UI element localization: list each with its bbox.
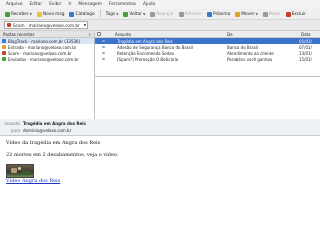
menu-editar[interactable]: Editar: [29, 2, 42, 7]
message-body: Vídeo da tragédia em Angra dos Reis 22 m…: [0, 136, 320, 240]
menu-ajuda[interactable]: Ajuda: [143, 2, 155, 7]
mailbox-icon: [7, 23, 11, 27]
up-arrow-icon: [178, 11, 184, 17]
sent-icon: [2, 57, 6, 61]
folder-pane: Pastas recentes x BlogTrack - mariano.co…: [0, 31, 95, 119]
menu-bar: Arquivo Editar Exibir Ir Mensagem Ferram…: [0, 0, 320, 9]
main-toolbar: Receber ▼ Nova msg Catálogo Tags ▼ Volta…: [0, 9, 320, 20]
inbox-icon: [2, 45, 6, 49]
column-from[interactable]: De: [227, 32, 233, 37]
chevron-down-icon: ▼: [83, 23, 86, 27]
receive-label: Receber: [11, 11, 29, 17]
previous-button[interactable]: Anterior: [178, 10, 203, 19]
read-dot-icon: [102, 57, 105, 61]
row-from: Parabéns você ganhou: [227, 56, 273, 62]
pencil-icon: [36, 11, 42, 17]
account-selector-value: Scam - mariano@veloxo.com.br: [13, 22, 80, 28]
folder-icon: [235, 11, 241, 17]
weigh-label: Pesar: [268, 11, 281, 17]
header-to-row: para dominio@veloxo.com.br: [3, 128, 71, 133]
toolbar-divider: [99, 10, 101, 18]
back-arrow-icon: [123, 11, 129, 17]
chevron-down-icon[interactable]: ▼: [30, 12, 32, 16]
message-list-header: Assunto De Data: [95, 31, 320, 38]
row-date: 15/01/: [299, 56, 312, 62]
receive-icon: [5, 11, 10, 17]
unread-dot-icon: [102, 39, 105, 43]
read-dot-icon: [102, 51, 105, 55]
body-line: Vídeo da tragédia em Angra dos Reis: [6, 140, 101, 146]
read-dot-icon: [102, 45, 105, 49]
tags-button[interactable]: Tags ▼: [105, 10, 120, 19]
previous-label: Anterior: [184, 11, 202, 17]
close-icon[interactable]: x: [89, 32, 91, 37]
message-header: assunto Tragédia em Angra dos Reis para …: [0, 119, 320, 136]
forward-label: Avançar: [156, 11, 174, 17]
address-book-icon: [69, 11, 75, 17]
new-message-button[interactable]: Nova msg: [36, 10, 66, 19]
account-selector[interactable]: Scam - mariano@veloxo.com.br ▼: [4, 21, 88, 29]
video-thumbnail[interactable]: [6, 164, 34, 178]
folder-item-label: Scam - mariano@veloxo.com.br: [8, 50, 72, 56]
receive-button[interactable]: Receber ▼: [4, 10, 33, 19]
menu-exibir[interactable]: Exibir: [49, 2, 61, 7]
scale-icon: [262, 11, 268, 17]
weigh-button[interactable]: Pesar: [262, 10, 282, 19]
column-subject[interactable]: Assunto: [115, 32, 131, 37]
row-subject: Tragédia em Angra dos Reis: [117, 38, 173, 44]
folder-icon: [2, 39, 6, 43]
tags-label: Tags: [105, 11, 116, 17]
folder-item-blogtrack[interactable]: BlogTrack - mariano.com.br (33536): [0, 38, 94, 44]
column-date[interactable]: Data: [301, 32, 311, 37]
body-line: 22 mortes em 2 desabamentos, veja o víde…: [6, 152, 119, 158]
row-subject: Retenção Encomenda Sedex: [117, 50, 175, 56]
delete-label: Excluir: [291, 11, 306, 17]
back-label: Voltar: [129, 11, 142, 17]
row-subject: [Spam?] Promoção O Boticário: [117, 56, 179, 62]
folder-item-label: Entrada - mariano@veloxo.com.br: [8, 44, 77, 50]
folder-item-enviadas[interactable]: Enviadas - mariano@veloxo.com.br: [0, 56, 94, 62]
chevron-down-icon: ▼: [142, 12, 146, 16]
row-from: Banco do Brasil: [227, 44, 259, 50]
video-link[interactable]: Vídeo Angra dos Reis: [6, 178, 60, 184]
back-button[interactable]: Voltar ▼: [122, 10, 146, 19]
subject-value: Tragédia em Angra dos Reis: [23, 121, 86, 126]
thread-column-icon[interactable]: [97, 32, 101, 36]
row-from: Atendimento ao cliente: [227, 50, 274, 56]
subject-label: assunto: [4, 121, 20, 126]
row-date: 05/01/: [299, 38, 312, 44]
account-bar: Scam - mariano@veloxo.com.br ▼: [0, 20, 320, 31]
menu-arquivo[interactable]: Arquivo: [6, 2, 22, 7]
message-list: Assunto De Data Tragédia em Angra dos Re…: [95, 31, 320, 77]
folder-icon: [2, 51, 6, 55]
to-label: para: [10, 128, 20, 133]
move-label: Mover: [241, 11, 255, 17]
chevron-down-icon: ▼: [116, 12, 119, 16]
delete-button[interactable]: Excluir: [285, 10, 307, 19]
folder-item-label: BlogTrack - mariano.com.br (33536): [8, 38, 81, 44]
delete-x-icon: [285, 11, 291, 17]
address-book-label: Catálogo: [75, 11, 95, 17]
forward-button[interactable]: Avançar: [149, 10, 174, 19]
menu-ir[interactable]: Ir: [68, 2, 71, 7]
menu-ferramentas[interactable]: Ferramentas: [109, 2, 136, 7]
folder-item-label: Enviadas - mariano@veloxo.com.br: [8, 56, 79, 62]
header-subject-row: assunto Tragédia em Angra dos Reis: [3, 121, 86, 126]
to-value[interactable]: dominio@veloxo.com.br: [23, 128, 71, 133]
forward-arrow-icon: [150, 11, 156, 17]
row-subject: Adesão de Segurança Banco do Brasil: [117, 44, 193, 50]
down-arrow-icon: [206, 11, 212, 17]
folder-pane-title: Pastas recentes: [3, 31, 35, 37]
address-book-button[interactable]: Catálogo: [68, 10, 95, 19]
move-button[interactable]: Mover ▼: [234, 10, 259, 19]
folder-pane-header: Pastas recentes x: [0, 31, 94, 38]
row-date: 13/01/: [299, 50, 312, 56]
row-date: 07/01/: [299, 44, 312, 50]
chevron-down-icon: ▼: [255, 12, 258, 16]
new-message-label: Nova msg: [42, 11, 65, 17]
next-button[interactable]: Próxima: [206, 10, 231, 19]
menu-mensagem[interactable]: Mensagem: [78, 2, 102, 7]
table-row[interactable]: [Spam?] Promoção O Boticário Parabéns vo…: [95, 56, 320, 62]
next-label: Próxima: [212, 11, 231, 17]
